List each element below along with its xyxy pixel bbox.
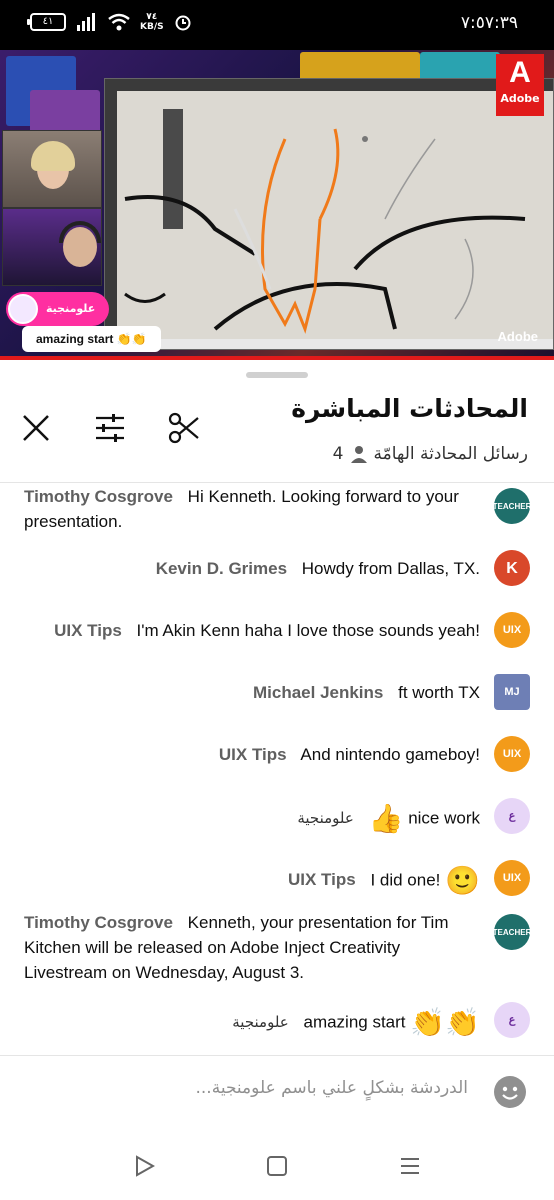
author-avatar[interactable]: ع — [494, 798, 530, 834]
message-text: I'm Akin Kenn haha I love those sounds y… — [136, 621, 480, 640]
adobe-logo: A Adobe — [496, 54, 544, 116]
author-avatar — [8, 294, 38, 324]
back-triangle-icon — [136, 1155, 155, 1177]
message-text: I did one! — [370, 870, 441, 890]
author-avatar[interactable]: UIX — [494, 860, 530, 896]
home-button[interactable] — [263, 1152, 291, 1180]
author-avatar[interactable]: TEACHER — [493, 914, 531, 950]
message-author[interactable]: Timothy Cosgrove — [24, 913, 173, 932]
battery-icon: ٤١ — [27, 13, 66, 31]
sketch-drawing — [124, 128, 526, 334]
adobe-logo-text: Adobe — [500, 92, 540, 105]
speed-value: ٧٤ — [146, 12, 158, 22]
video-player[interactable]: A Adobe Adobe علومنجية amazing start 👏👏 — [0, 50, 554, 360]
adobe-mark: A — [509, 56, 531, 89]
viewer-count: 4 — [332, 444, 344, 464]
message-body: Kevin D. Grimes Howdy from Dallas, TX. — [156, 556, 480, 581]
menu-lines-icon — [401, 1158, 419, 1174]
emoji-picker-button[interactable] — [494, 1076, 526, 1108]
author-avatar[interactable]: MJ — [494, 674, 530, 710]
message-body: علومنجية 👍 nice work — [297, 804, 480, 834]
message-author[interactable]: UIX Tips — [54, 621, 122, 640]
smiley-emoji-icon: 🙂 — [445, 865, 480, 896]
featured-chat-message: amazing start 👏👏 — [22, 326, 161, 352]
headphones — [59, 221, 101, 243]
drawing-canvas — [104, 78, 554, 350]
author-avatar[interactable]: UIX — [494, 736, 530, 772]
chat-input-bar: الدردشة بشكلٍ علني باسم علومنجية... — [0, 1055, 554, 1129]
message-body: UIX Tips I'm Akin Kenn haha I love those… — [54, 618, 480, 643]
screen: ٤١ ٧٤ KB/S ٧:٥٧:٣٩ A Adobe Adobe علومنجي… — [0, 0, 554, 1200]
signal-icon — [77, 13, 95, 31]
webcam-host-1 — [2, 130, 102, 208]
filter-button[interactable] — [92, 410, 128, 446]
recents-button[interactable] — [396, 1152, 424, 1180]
message-author[interactable]: علومنجية — [297, 809, 353, 827]
chat-input[interactable]: الدردشة بشكلٍ علني باسم علومنجية... — [196, 1078, 469, 1098]
person-icon — [350, 446, 367, 463]
overlay-author-name: علومنجية — [46, 302, 96, 315]
smiley-icon — [502, 1086, 518, 1100]
message-text: nice work — [408, 808, 480, 828]
back-button[interactable] — [130, 1152, 158, 1180]
message-body: علومنجية amazing start 👏👏 — [232, 1008, 480, 1038]
wifi-icon — [108, 13, 130, 31]
chat-mode-label: رسائل المحادثة الهامّة — [373, 444, 529, 464]
adobe-watermark: Adobe — [497, 329, 538, 344]
clapping-hands-icon: 👏👏 — [410, 1007, 480, 1038]
webcam-host-2 — [2, 208, 102, 286]
close-icon — [23, 415, 49, 441]
message-body: Michael Jenkins ft worth TX — [253, 680, 480, 705]
message-author[interactable]: UIX Tips — [288, 870, 356, 889]
chat-message-list[interactable]: TEACHER Timothy Cosgrove Hi Kenneth. Loo… — [0, 482, 554, 1054]
clip-button[interactable] — [166, 410, 202, 446]
author-avatar[interactable]: ع — [494, 1002, 530, 1038]
message-text: Howdy from Dallas, TX. — [301, 559, 480, 578]
close-button[interactable] — [18, 410, 54, 446]
message-body: UIX Tips And nintendo gameboy! — [219, 742, 480, 767]
scissors-icon — [168, 412, 199, 444]
message-body: UIX Tips I did one! 🙂 — [288, 866, 480, 896]
status-bar: ٤١ ٧٤ KB/S ٧:٥٧:٣٩ — [0, 0, 554, 50]
chat-title: المحادثات المباشرة — [291, 394, 528, 423]
sliders-icon — [96, 414, 124, 442]
message-author[interactable]: علومنجية — [232, 1013, 288, 1031]
message-body: Timothy Cosgrove Kenneth, your presentat… — [24, 910, 480, 985]
message-text: amazing start — [303, 1012, 406, 1032]
android-nav-bar — [0, 1130, 554, 1200]
message-text: ft worth TX — [398, 683, 480, 702]
network-speed: ٧٤ KB/S — [140, 12, 164, 32]
message-body: Timothy Cosgrove Hi Kenneth. Looking for… — [24, 484, 480, 534]
author-avatar[interactable]: UIX — [494, 612, 530, 648]
message-author[interactable]: Michael Jenkins — [253, 683, 383, 702]
home-square-icon — [267, 1156, 287, 1176]
os-taskbar — [105, 339, 553, 349]
author-avatar[interactable]: TEACHER — [493, 488, 531, 524]
alarm-icon — [175, 15, 191, 31]
author-avatar[interactable]: K — [494, 550, 530, 586]
message-author[interactable]: UIX Tips — [219, 745, 287, 764]
thumbs-up-icon: 👍 — [368, 803, 404, 834]
message-text: And nintendo gameboy! — [300, 745, 480, 764]
battery-level: ٤١ — [42, 16, 54, 27]
chat-mode-selector[interactable]: رسائل المحادثة الهامّة 4 — [333, 444, 528, 464]
status-icons: ٤١ ٧٤ KB/S — [27, 12, 192, 32]
person-hair — [31, 141, 75, 171]
featured-chat-author: علومنجية — [6, 292, 110, 326]
live-chat-panel: المحادثات المباشرة رسائل المحادثة الهامّ… — [0, 360, 554, 1200]
drag-handle[interactable] — [246, 372, 308, 378]
clock: ٧:٥٧:٣٩ — [460, 13, 518, 33]
message-author[interactable]: Timothy Cosgrove — [24, 487, 173, 506]
speed-unit: KB/S — [140, 22, 164, 32]
message-author[interactable]: Kevin D. Grimes — [156, 559, 287, 578]
